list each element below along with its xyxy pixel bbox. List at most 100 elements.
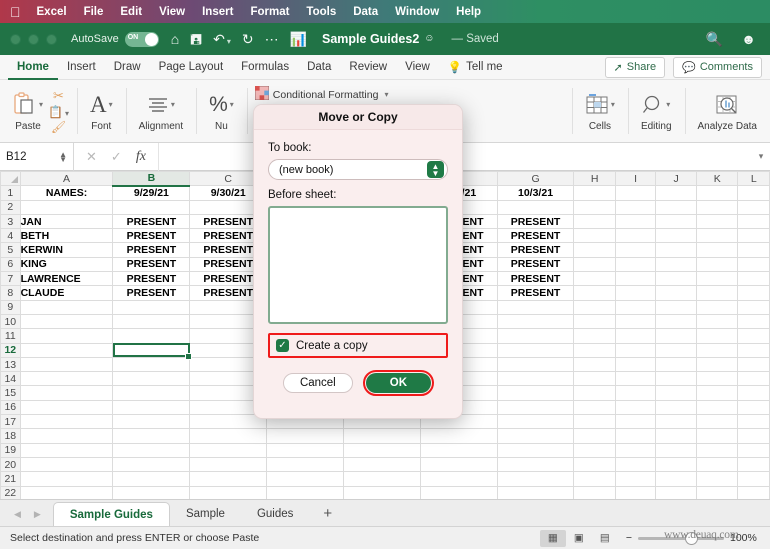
cell-A18[interactable] — [19, 428, 114, 444]
document-title[interactable]: Sample Guides2 — [322, 32, 419, 46]
copy-icon[interactable]: 📋 ▾ — [48, 105, 69, 119]
cell-L4[interactable] — [737, 228, 770, 244]
cell-D20[interactable] — [266, 456, 344, 473]
row-header-17[interactable]: 17 — [0, 414, 21, 430]
cell-E19[interactable] — [342, 442, 421, 458]
cell-L14[interactable] — [737, 371, 770, 387]
cell-K19[interactable] — [696, 442, 739, 458]
cell-F22[interactable] — [419, 485, 498, 499]
cell-J9[interactable] — [655, 299, 698, 315]
cell-B3[interactable]: PRESENT — [112, 213, 191, 230]
confirm-check-icon[interactable]: ✓ — [111, 149, 122, 165]
cell-B11[interactable] — [112, 328, 191, 344]
conditional-formatting-button[interactable]: Conditional Formatting ▾ — [254, 85, 388, 103]
cell-B19[interactable] — [112, 442, 191, 458]
cell-G4[interactable]: PRESENT — [496, 228, 575, 244]
cell-K1[interactable] — [696, 185, 739, 201]
paste-caret-icon[interactable]: ▾ — [39, 100, 43, 109]
sheet-nav-arrows[interactable]: ◀ ▶ — [0, 509, 53, 526]
cell-I5[interactable] — [614, 242, 657, 258]
tab-draw[interactable]: Draw — [105, 55, 150, 80]
cell-G2[interactable] — [496, 199, 575, 215]
cell-L12[interactable] — [737, 342, 770, 358]
cell-I2[interactable] — [614, 199, 657, 215]
cell-K3[interactable] — [696, 213, 739, 230]
row-header-12[interactable]: 12 — [0, 342, 21, 358]
cell-H12[interactable] — [573, 342, 616, 358]
row-header-1[interactable]: 1 — [0, 185, 21, 201]
cell-A5[interactable]: KERWIN — [19, 242, 114, 258]
cell-G5[interactable]: PRESENT — [496, 242, 575, 258]
cell-B1[interactable]: 9/29/21 — [112, 185, 191, 201]
cell-B6[interactable]: PRESENT — [112, 256, 191, 273]
cell-J20[interactable] — [655, 456, 698, 473]
cell-E21[interactable] — [342, 471, 421, 487]
conditional-formatting-caret-icon[interactable]: ▾ — [384, 90, 388, 99]
cell-L16[interactable] — [737, 399, 770, 416]
format-painter-icon[interactable]: 🖌 — [51, 120, 66, 134]
cell-G11[interactable] — [496, 328, 575, 344]
sheet-tab-guides[interactable]: Guides — [241, 502, 309, 526]
cell-I10[interactable] — [614, 313, 657, 330]
cell-H18[interactable] — [573, 428, 616, 444]
font-button[interactable]: A ▾ Font — [85, 90, 118, 133]
cell-A11[interactable] — [19, 328, 114, 344]
cell-L9[interactable] — [737, 299, 770, 315]
tab-home[interactable]: Home — [8, 55, 58, 80]
cell-I16[interactable] — [614, 399, 657, 416]
row-header-18[interactable]: 18 — [0, 428, 21, 444]
row-header-4[interactable]: 4 — [0, 228, 21, 244]
cells-button[interactable]: ▾ Cells — [580, 90, 620, 133]
cell-G16[interactable] — [496, 399, 575, 416]
cell-A21[interactable] — [19, 471, 114, 487]
cell-L15[interactable] — [737, 385, 770, 401]
cell-H15[interactable] — [573, 385, 616, 401]
cell-H8[interactable] — [573, 285, 616, 301]
row-header-10[interactable]: 10 — [0, 313, 21, 330]
cell-L13[interactable] — [737, 356, 770, 373]
page-layout-icon[interactable]: ▣ — [566, 530, 592, 547]
cell-A8[interactable]: CLAUDE — [19, 285, 114, 301]
column-header-i[interactable]: I — [614, 171, 657, 187]
cell-A15[interactable] — [19, 385, 114, 401]
cell-D19[interactable] — [266, 442, 344, 458]
cancel-button[interactable]: Cancel — [282, 373, 353, 393]
row-header-14[interactable]: 14 — [0, 371, 21, 387]
cell-J21[interactable] — [655, 471, 698, 487]
cell-J22[interactable] — [655, 485, 698, 499]
cell-J14[interactable] — [655, 371, 698, 387]
cell-H22[interactable] — [573, 485, 616, 499]
cell-A20[interactable] — [19, 456, 114, 473]
cell-I11[interactable] — [614, 328, 657, 344]
cell-A3[interactable]: JAN — [19, 213, 114, 230]
zoom-out-icon[interactable]: − — [626, 532, 632, 544]
cell-K7[interactable] — [696, 271, 739, 287]
cell-I13[interactable] — [614, 356, 657, 373]
cell-L6[interactable] — [737, 256, 770, 273]
row-header-16[interactable]: 16 — [0, 399, 21, 416]
cell-A9[interactable] — [19, 299, 114, 315]
cell-L22[interactable] — [737, 485, 770, 499]
grid-corner-selector[interactable] — [0, 171, 21, 187]
cell-K11[interactable] — [696, 328, 739, 344]
column-header-b[interactable]: B — [112, 171, 191, 187]
cell-L10[interactable] — [737, 313, 770, 330]
cell-J1[interactable] — [655, 185, 698, 201]
cell-G20[interactable] — [496, 456, 575, 473]
column-header-k[interactable]: K — [696, 171, 739, 187]
cell-L1[interactable] — [737, 185, 770, 201]
cell-A19[interactable] — [19, 442, 114, 458]
cell-G12[interactable] — [496, 342, 575, 358]
cell-I12[interactable] — [614, 342, 657, 358]
fx-icon[interactable]: fx — [136, 149, 146, 165]
maximize-window-button[interactable] — [46, 33, 57, 45]
cell-I15[interactable] — [614, 385, 657, 401]
cell-K21[interactable] — [696, 471, 739, 487]
cell-F19[interactable] — [419, 442, 498, 458]
cell-G21[interactable] — [496, 471, 575, 487]
cell-H16[interactable] — [573, 399, 616, 416]
cell-H9[interactable] — [573, 299, 616, 315]
cell-J7[interactable] — [655, 271, 698, 287]
cell-L18[interactable] — [737, 428, 770, 444]
cell-K9[interactable] — [696, 299, 739, 315]
